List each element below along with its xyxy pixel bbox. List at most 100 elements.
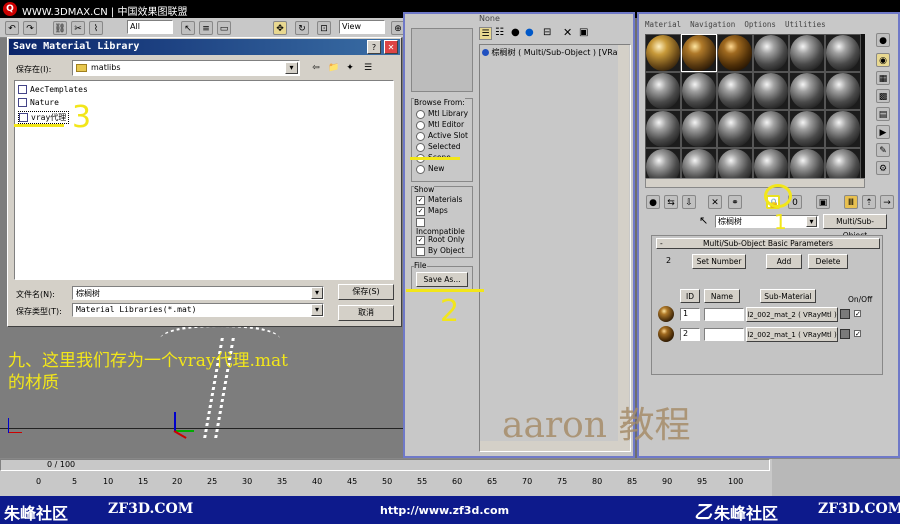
scale-icon[interactable]: ⊡	[317, 21, 331, 35]
material-name-dropdown[interactable]: 棕榈树 ▾	[715, 215, 819, 228]
assign-material-icon[interactable]: ⇩	[682, 195, 696, 209]
sample-slot[interactable]	[645, 72, 681, 110]
link-icon[interactable]: ⛓	[53, 21, 67, 35]
file-list[interactable]: AecTemplates Nature vray代理	[14, 80, 394, 280]
help-button[interactable]: ?	[367, 40, 381, 54]
list-item[interactable]: vray代理	[18, 111, 70, 124]
save-button[interactable]: 保存(S)	[338, 284, 394, 300]
chevron-down-icon[interactable]: ▾	[285, 62, 298, 74]
time-slider[interactable]: 0 / 100	[0, 459, 770, 471]
list-item[interactable]: AecTemplates	[18, 85, 88, 95]
sample-slot[interactable]	[681, 110, 717, 148]
background-icon[interactable]: ▦	[876, 71, 890, 85]
col-sub-material-header[interactable]: Sub-Material	[760, 289, 816, 303]
sample-slot[interactable]	[825, 72, 861, 110]
options-icon[interactable]: ✎	[876, 143, 890, 157]
menu-options[interactable]: Options	[744, 20, 776, 29]
menu-material[interactable]: Material	[645, 20, 681, 29]
redo-icon[interactable]: ↷	[23, 21, 37, 35]
bind-icon[interactable]: ⌇	[89, 21, 103, 35]
radio-mtl-editor[interactable]: Mtl Editor	[416, 120, 464, 130]
menu-navigation[interactable]: Navigation	[690, 20, 735, 29]
sample-slot[interactable]	[789, 110, 825, 148]
radio-selected[interactable]: Selected	[416, 142, 461, 152]
select-by-name-icon[interactable]: ≡	[199, 21, 213, 35]
name-field[interactable]	[704, 328, 744, 341]
checkbox-incompatible[interactable]: Incompatible	[416, 217, 472, 236]
save-in-dropdown[interactable]: matlibs ▾	[72, 60, 300, 76]
view-small-icons-icon[interactable]: ●	[511, 27, 520, 38]
reset-map-icon[interactable]: ✕	[708, 195, 722, 209]
chevron-down-icon[interactable]: ▾	[311, 304, 323, 316]
view-list-icons-icon[interactable]: ☷	[495, 27, 504, 38]
sample-slot[interactable]	[825, 34, 861, 72]
checkbox-materials[interactable]: ✓ Materials	[416, 195, 462, 205]
reference-coord-dropdown[interactable]: View	[339, 20, 385, 34]
filetype-dropdown[interactable]: Material Libraries(*.mat) ▾	[72, 303, 324, 317]
make-unique-icon[interactable]: ⚭	[728, 195, 742, 209]
go-parent-icon[interactable]: ⇡	[862, 195, 876, 209]
delete-icon[interactable]: ✕	[563, 26, 572, 39]
sample-slot[interactable]	[789, 72, 825, 110]
selection-filter-dropdown[interactable]: All	[127, 20, 173, 34]
select-by-material-icon[interactable]: ⚙	[876, 161, 890, 175]
video-color-icon[interactable]: ▤	[876, 107, 890, 121]
up-folder-icon[interactable]: 📁	[327, 61, 341, 75]
get-material-icon[interactable]: ●	[646, 195, 660, 209]
pick-material-icon[interactable]: ↖	[699, 214, 708, 227]
radio-mtl-library[interactable]: Mtl Library	[416, 109, 468, 119]
view-list-icon[interactable]: ☰	[479, 27, 492, 40]
col-name-header[interactable]: Name	[704, 289, 740, 303]
radio-new[interactable]: New	[416, 164, 444, 174]
checkbox-root-only[interactable]: ✓ Root Only	[416, 235, 465, 245]
material-type-button[interactable]: Multi/Sub-Object	[823, 214, 887, 240]
sub-material-button[interactable]: l2_002_mat_2 ( VRayMtl )	[746, 307, 838, 322]
checkbox-by-object[interactable]: By Object	[416, 246, 464, 256]
delete-button[interactable]: Delete	[808, 254, 848, 269]
set-number-button[interactable]: Set Number	[692, 254, 746, 269]
sample-slot[interactable]	[717, 72, 753, 110]
sample-slot[interactable]	[717, 110, 753, 148]
make-preview-icon[interactable]: ▶	[876, 125, 890, 139]
sample-slot[interactable]	[645, 110, 681, 148]
unlink-icon[interactable]: ✂	[71, 21, 85, 35]
name-field[interactable]	[704, 308, 744, 321]
sample-slot[interactable]	[717, 34, 753, 72]
sample-slot[interactable]	[681, 34, 717, 72]
close-button[interactable]: ✕	[384, 40, 398, 54]
show-map-icon[interactable]: ▣	[816, 195, 830, 209]
color-swatch[interactable]	[840, 329, 850, 339]
rotate-icon[interactable]: ↻	[295, 21, 309, 35]
chevron-down-icon[interactable]: ▾	[311, 287, 323, 299]
chevron-down-icon[interactable]: ▾	[806, 216, 817, 227]
list-item[interactable]: 棕榈树 ( Multi/Sub-Object ) [VRay	[482, 47, 618, 58]
sample-slot[interactable]	[789, 34, 825, 72]
new-folder-icon[interactable]: ✦	[343, 61, 357, 75]
select-icon[interactable]: ↖	[181, 21, 195, 35]
sub-material-button[interactable]: l2_002_mat_1 ( VRayMtl )	[746, 327, 838, 342]
checkbox-maps[interactable]: ✓ Maps	[416, 206, 448, 216]
save-as-button[interactable]: Save As...	[416, 272, 468, 287]
on-off-checkbox[interactable]: ✓	[854, 310, 861, 318]
material-count-field[interactable]: 2	[664, 256, 690, 268]
backlight-icon[interactable]: ◉	[876, 53, 890, 67]
sample-slot[interactable]	[753, 34, 789, 72]
sample-slot[interactable]	[753, 72, 789, 110]
color-swatch[interactable]	[840, 309, 850, 319]
slot-scrollbar[interactable]	[645, 178, 865, 188]
material-tree-list[interactable]: 棕榈树 ( Multi/Sub-Object ) [VRay	[479, 44, 631, 452]
go-sibling-icon[interactable]: →	[880, 195, 894, 209]
sample-slot[interactable]	[753, 110, 789, 148]
list-item[interactable]: Nature	[18, 98, 59, 108]
back-icon[interactable]: ⇦	[309, 61, 323, 75]
show-end-result-icon[interactable]: Ⅲ	[844, 195, 858, 209]
vertical-scrollbar[interactable]	[618, 45, 629, 441]
sample-type-icon[interactable]: ●	[876, 33, 890, 47]
view-menu-icon[interactable]: ☰	[361, 61, 375, 75]
menu-utilities[interactable]: Utilities	[785, 20, 826, 29]
rollout-title-button[interactable]: - Multi/Sub-Object Basic Parameters	[656, 238, 880, 249]
col-id-header[interactable]: ID	[680, 289, 700, 303]
filename-input[interactable]: 棕榈树 ▾	[72, 286, 324, 300]
clear-icon[interactable]: ▣	[579, 27, 588, 38]
undo-icon[interactable]: ↶	[5, 21, 19, 35]
